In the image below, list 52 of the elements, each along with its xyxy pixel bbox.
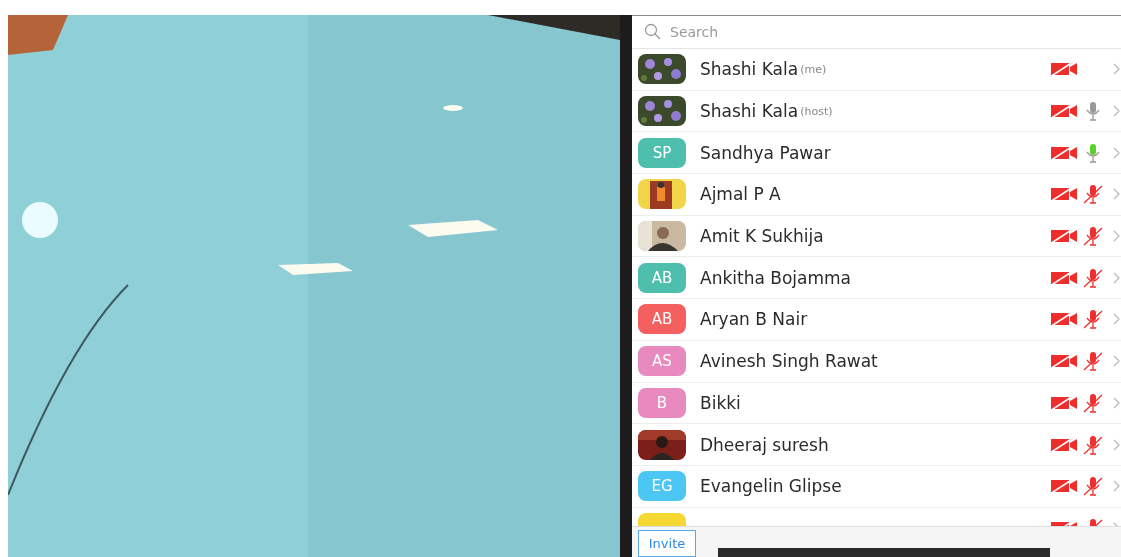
video-off-icon[interactable] [1049, 269, 1079, 286]
participant-row[interactable]: EG Evangelin Glipse [632, 465, 1121, 508]
participant-name: Shashi Kala [700, 101, 799, 122]
participant-row[interactable]: AB Ankitha Bojamma [632, 257, 1121, 300]
muted-microphone-icon[interactable] [1083, 392, 1103, 413]
participant-name: Ajmal P A [700, 184, 781, 205]
participant-name: Avinesh Singh Rawat [700, 351, 878, 372]
video-off-icon[interactable] [1049, 394, 1079, 411]
avatar: SP [638, 137, 686, 168]
participant-name: Dheeraj suresh [700, 434, 829, 455]
video-off-icon[interactable] [1049, 103, 1079, 120]
avatar: AB [638, 304, 686, 335]
participant-row[interactable]: B Bikki [632, 382, 1121, 425]
search-icon [644, 23, 662, 41]
participant-row[interactable]: Shashi Kala(host) [632, 90, 1121, 133]
participant-name: Bikki [700, 392, 741, 413]
participant-name: Shashi Kala [700, 59, 799, 80]
muted-microphone-icon[interactable] [1083, 309, 1103, 330]
role-label: (host) [800, 104, 833, 118]
role-label: (me) [800, 62, 827, 76]
participant-row[interactable]: Shashi Kala(me) [632, 49, 1121, 91]
video-off-icon[interactable] [1049, 61, 1079, 78]
video-off-icon[interactable] [1049, 353, 1079, 370]
muted-microphone-icon[interactable] [1083, 226, 1103, 247]
participant-row[interactable]: AB Aryan B Nair [632, 299, 1121, 341]
video-off-icon[interactable] [1049, 186, 1079, 203]
muted-microphone-icon[interactable] [1083, 267, 1103, 288]
avatar: AS [638, 346, 686, 377]
avatar: AB [638, 262, 686, 293]
participant-row[interactable]: SP Sandhya Pawar [632, 132, 1121, 175]
participant-row[interactable]: Dheeraj suresh [632, 424, 1121, 466]
participant-name: Aryan B Nair [700, 309, 808, 330]
video-off-icon[interactable] [1049, 144, 1079, 161]
muted-microphone-icon[interactable] [1083, 184, 1103, 205]
search-field[interactable]: Search [670, 24, 790, 40]
participant-name: Ankitha Bojamma [700, 267, 851, 288]
invite-button[interactable]: Invite [638, 530, 696, 557]
participant-name: Evangelin Glipse [700, 476, 842, 497]
avatar: EG [638, 471, 686, 502]
participant-name: Amit K Sukhija [700, 226, 824, 247]
video-off-icon[interactable] [1049, 228, 1079, 245]
participant-row[interactable]: Amit K Sukhija [632, 215, 1121, 258]
video-off-icon[interactable] [1049, 478, 1079, 495]
video-off-icon[interactable] [1049, 436, 1079, 453]
muted-microphone-icon[interactable] [1083, 434, 1103, 455]
participant-row[interactable]: AS Avinesh Singh Rawat [632, 340, 1121, 383]
muted-microphone-icon[interactable] [1083, 351, 1103, 372]
video-off-icon[interactable] [1049, 311, 1079, 328]
participant-name: Sandhya Pawar [700, 142, 831, 163]
muted-microphone-icon[interactable] [1083, 476, 1103, 497]
avatar: B [638, 387, 686, 418]
participant-row[interactable]: Ajmal P A [632, 174, 1121, 216]
